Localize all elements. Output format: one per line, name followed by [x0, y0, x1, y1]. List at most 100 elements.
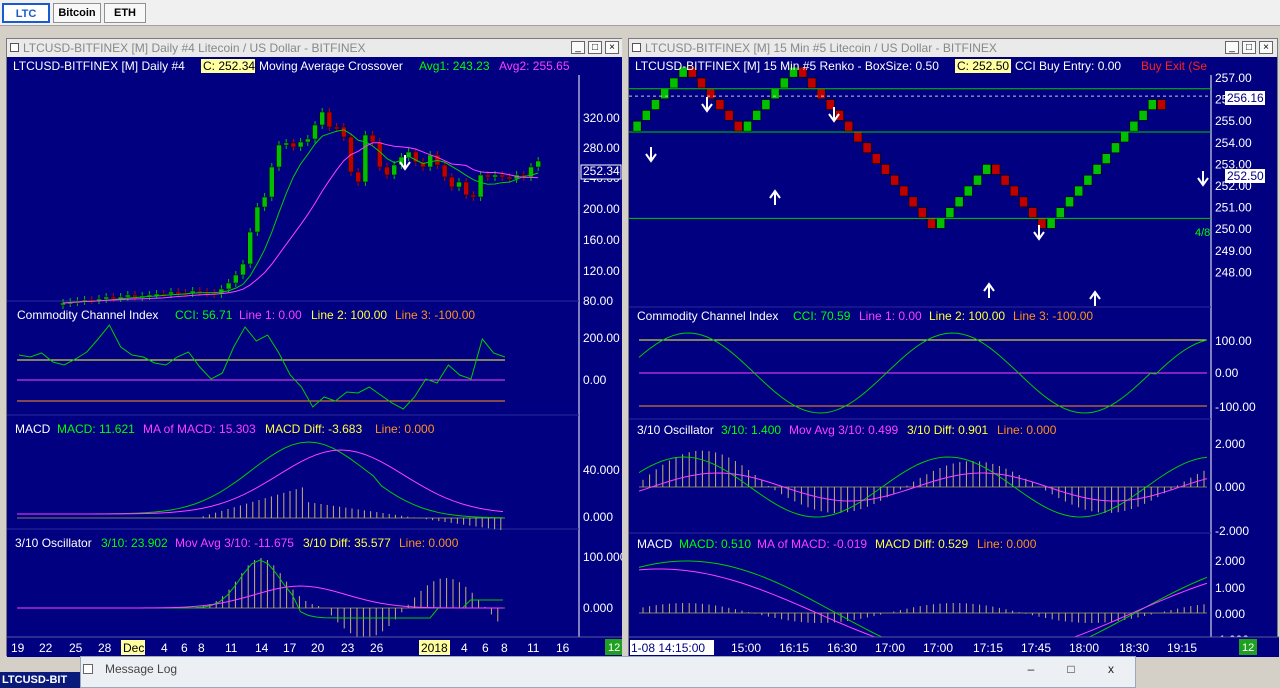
date-tick-label: 26: [370, 641, 384, 655]
daily-chart-plot[interactable]: LTCUSD-BITFINEX [M] Daily #4 C: 252.34 M…: [7, 57, 625, 657]
date-tick-label: 4: [461, 641, 468, 655]
window-icon: [10, 43, 19, 52]
renko-brick: [1111, 142, 1120, 154]
date-tick-label: 20: [311, 641, 325, 655]
osc-title: 3/10 Oscillator: [15, 536, 92, 550]
candle: [456, 181, 462, 188]
renko-brick: [743, 120, 752, 132]
maximize-button[interactable]: □: [1242, 41, 1256, 54]
date-tick-label: 4: [161, 641, 168, 655]
date-tick-label: 6: [482, 641, 489, 655]
renko-brick: [697, 77, 706, 89]
renko-brick: [752, 110, 762, 121]
renko-brick: [669, 77, 679, 89]
macd-title: MACD: [15, 422, 51, 436]
candle: [290, 142, 297, 148]
corner-label: 12: [608, 642, 620, 654]
maximize-button[interactable]: □: [1051, 657, 1091, 681]
cci-axis-100: 100.00: [1215, 334, 1252, 348]
symbol-tab-bar: LTC Bitcoin ETH: [0, 0, 1280, 26]
renko-brick: [1074, 185, 1084, 197]
renko-brick: [1092, 164, 1102, 175]
window-titlebar[interactable]: LTCUSD-BITFINEX [M] Daily #4 Litecoin / …: [7, 39, 623, 57]
candle: [492, 174, 498, 178]
renko-brick: [927, 218, 936, 229]
macd-ma-line: [16, 449, 504, 515]
time-tick-label: 18:00: [1069, 641, 1099, 655]
time-tick-label: 19:15: [1167, 641, 1197, 655]
osc-axis-2: 2.000: [1215, 437, 1245, 451]
macd-value: MACD: 0.510: [679, 537, 751, 551]
candle: [355, 171, 361, 183]
minimize-button[interactable]: _: [1225, 41, 1239, 54]
osc-title: 3/10 Oscillator: [637, 423, 714, 437]
cci-line2: Line 2: 100.00: [929, 309, 1005, 323]
renko-brick: [807, 77, 817, 89]
renko-brick: [936, 218, 946, 229]
osc-line: [17, 559, 503, 619]
time-tick-label: 17:45: [1021, 641, 1051, 655]
price-tick-label: 160.00: [583, 233, 620, 247]
close-badge: C: 252.34: [203, 59, 255, 73]
renko-brick: [1147, 99, 1157, 110]
renko-chart-plot[interactable]: LTCUSD-BITFINEX [M] 15 Min #5 Renko - Bo…: [629, 57, 1279, 657]
osc-line: Line: 0.000: [997, 423, 1057, 437]
candle: [441, 164, 448, 178]
avg1-line: [62, 129, 539, 304]
candle: [312, 124, 318, 140]
renko-brick: [1000, 174, 1010, 186]
cci-line: [18, 324, 506, 410]
cci-line3: Line 3: -100.00: [395, 308, 475, 322]
osc-line: Line: 0.000: [399, 536, 459, 550]
minimize-button[interactable]: –: [1011, 657, 1051, 681]
price-tick-label: 250.00: [1215, 222, 1252, 236]
osc-diff: 3/10 Diff: 35.577: [303, 536, 391, 550]
macd-diff: MACD Diff: 0.529: [875, 537, 968, 551]
time-tick-label: 15:00: [731, 641, 761, 655]
price-tick-label: 200.00: [583, 202, 620, 216]
close-button[interactable]: ×: [1259, 41, 1273, 54]
renko-brick: [770, 88, 780, 100]
date-tick-label: 11: [527, 641, 540, 655]
renko-brick: [844, 120, 854, 132]
candle: [485, 174, 491, 178]
tab-bitcoin[interactable]: Bitcoin: [53, 3, 101, 23]
renko-brick: [660, 88, 670, 100]
renko-brick: [881, 164, 890, 175]
macd-axis-0: 0.000: [1215, 607, 1245, 621]
renko-brick: [641, 110, 651, 121]
renko-brick: [1065, 196, 1074, 208]
close-button[interactable]: x: [1091, 657, 1131, 681]
tab-ltc[interactable]: LTC: [2, 3, 50, 23]
candle: [463, 181, 469, 196]
cci-axis-200: 200.00: [583, 331, 620, 345]
maximize-button[interactable]: □: [588, 41, 602, 54]
date-tick-label: 14: [255, 641, 269, 655]
macd-axis-2: 2.000: [1215, 554, 1245, 568]
close-button[interactable]: ×: [605, 41, 619, 54]
candle: [132, 294, 138, 298]
window-titlebar[interactable]: LTCUSD-BITFINEX [M] 15 Min #5 Litecoin /…: [629, 39, 1277, 57]
tab-eth[interactable]: ETH: [104, 3, 146, 23]
osc-value: 3/10: 23.902: [101, 536, 168, 550]
cci-axis-0: 0.00: [1215, 366, 1239, 380]
chart-symbol: LTCUSD-BITFINEX [M] Daily #4: [13, 59, 185, 73]
date-tick-label: 11: [225, 641, 238, 655]
minimize-button[interactable]: _: [571, 41, 585, 54]
candle: [499, 174, 505, 178]
daily-chart-window: LTCUSD-BITFINEX [M] Daily #4 Litecoin / …: [6, 38, 625, 657]
cci-value: CCI: 70.59: [793, 309, 851, 323]
candle: [535, 160, 541, 168]
renko-brick: [1138, 110, 1148, 121]
renko-brick: [1120, 131, 1130, 143]
candle: [168, 291, 174, 295]
price-tick-label: 254.00: [1215, 136, 1252, 150]
message-log-window[interactable]: Message Log – □ x: [80, 656, 1136, 688]
window-icon: [632, 43, 641, 52]
macd-title: MACD: [637, 537, 673, 551]
candle: [477, 174, 484, 198]
osc-axis-100: 100.000: [583, 550, 625, 564]
osc-diff: 3/10 Diff: 0.901: [907, 423, 988, 437]
minimized-window-tab[interactable]: LTCUSD-BIT: [0, 672, 80, 688]
candle: [391, 164, 397, 176]
